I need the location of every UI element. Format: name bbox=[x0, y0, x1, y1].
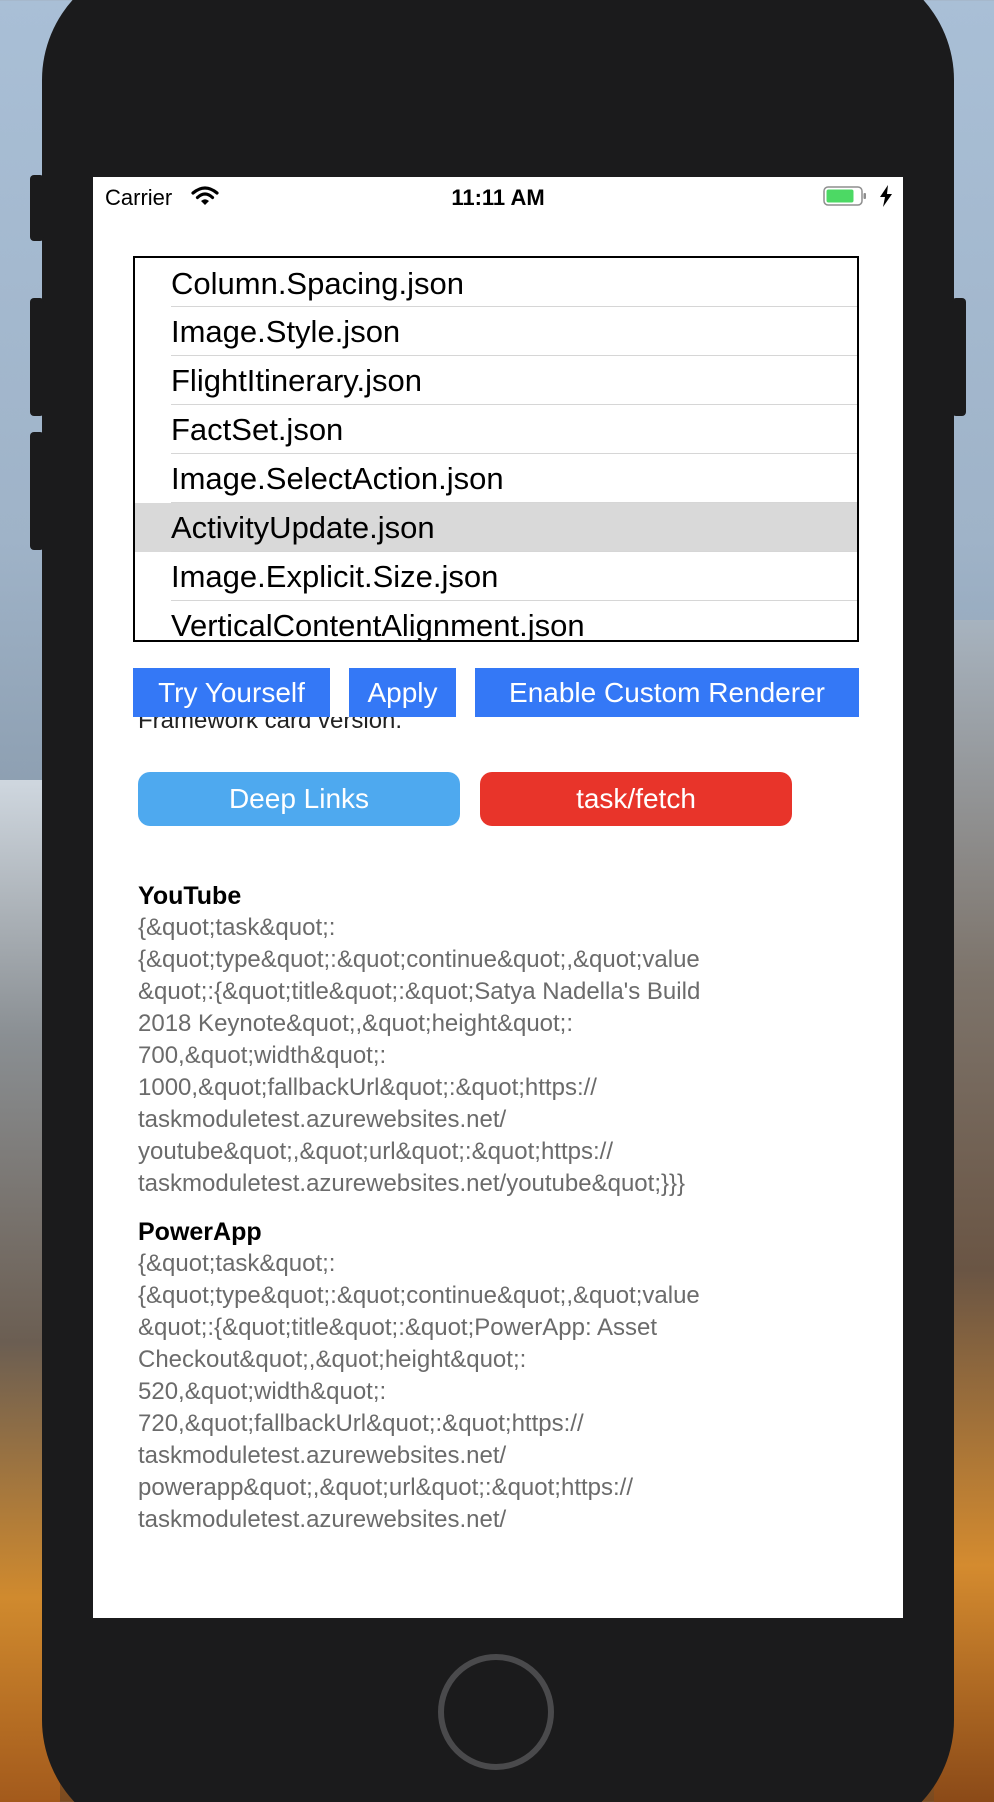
list-item[interactable]: FlightItinerary.json bbox=[135, 356, 857, 405]
deep-links-button[interactable]: Deep Links bbox=[138, 772, 460, 826]
apply-button[interactable]: Apply bbox=[349, 668, 456, 717]
volume-up-button bbox=[30, 298, 44, 416]
section-body: {&quot;task&quot;: {&quot;type&quot;:&qu… bbox=[138, 1250, 700, 1533]
list-item[interactable]: VerticalContentAlignment.json bbox=[135, 601, 857, 640]
action-toolbar: Try Yourself Apply Enable Custom Rendere… bbox=[133, 668, 859, 717]
list-item[interactable]: Image.SelectAction.json bbox=[135, 454, 857, 503]
list-item[interactable]: FactSet.json bbox=[135, 405, 857, 454]
battery-icon bbox=[823, 186, 866, 206]
enable-custom-renderer-button[interactable]: Enable Custom Renderer bbox=[475, 668, 859, 717]
card-header-text: Framework card version. bbox=[138, 717, 838, 739]
list-item[interactable]: Image.Style.json bbox=[135, 307, 857, 356]
home-button[interactable] bbox=[438, 1654, 554, 1770]
mute-switch bbox=[30, 175, 44, 241]
try-yourself-button[interactable]: Try Yourself bbox=[133, 668, 330, 717]
volume-down-button bbox=[30, 432, 44, 550]
list-item[interactable]: Image.Explicit.Size.json bbox=[135, 552, 857, 601]
status-time: 11:11 AM bbox=[451, 185, 545, 210]
charging-bolt-icon bbox=[880, 185, 892, 207]
card-content: YouTube {&quot;task&quot;: {&quot;type&q… bbox=[138, 880, 858, 1552]
youtube-section: YouTube {&quot;task&quot;: {&quot;type&q… bbox=[138, 880, 858, 1200]
section-body: {&quot;task&quot;: {&quot;type&quot;:&qu… bbox=[138, 914, 701, 1197]
app-screen: Carrier 11:11 AM Column.Spacing.json Ima… bbox=[93, 177, 903, 1618]
task-fetch-button[interactable]: task/fetch bbox=[480, 772, 792, 826]
powerapp-section: PowerApp {&quot;task&quot;: {&quot;type&… bbox=[138, 1216, 858, 1536]
sample-file-list[interactable]: Column.Spacing.json Image.Style.json Fli… bbox=[133, 256, 859, 642]
list-item-selected[interactable]: ActivityUpdate.json bbox=[135, 503, 857, 552]
status-bar: Carrier 11:11 AM bbox=[93, 177, 903, 217]
section-title: PowerApp bbox=[138, 1218, 262, 1246]
section-title: YouTube bbox=[138, 882, 242, 910]
list-item[interactable]: Column.Spacing.json bbox=[135, 258, 857, 307]
card-version-text: Framework card version. bbox=[138, 717, 403, 734]
power-button bbox=[952, 298, 966, 416]
